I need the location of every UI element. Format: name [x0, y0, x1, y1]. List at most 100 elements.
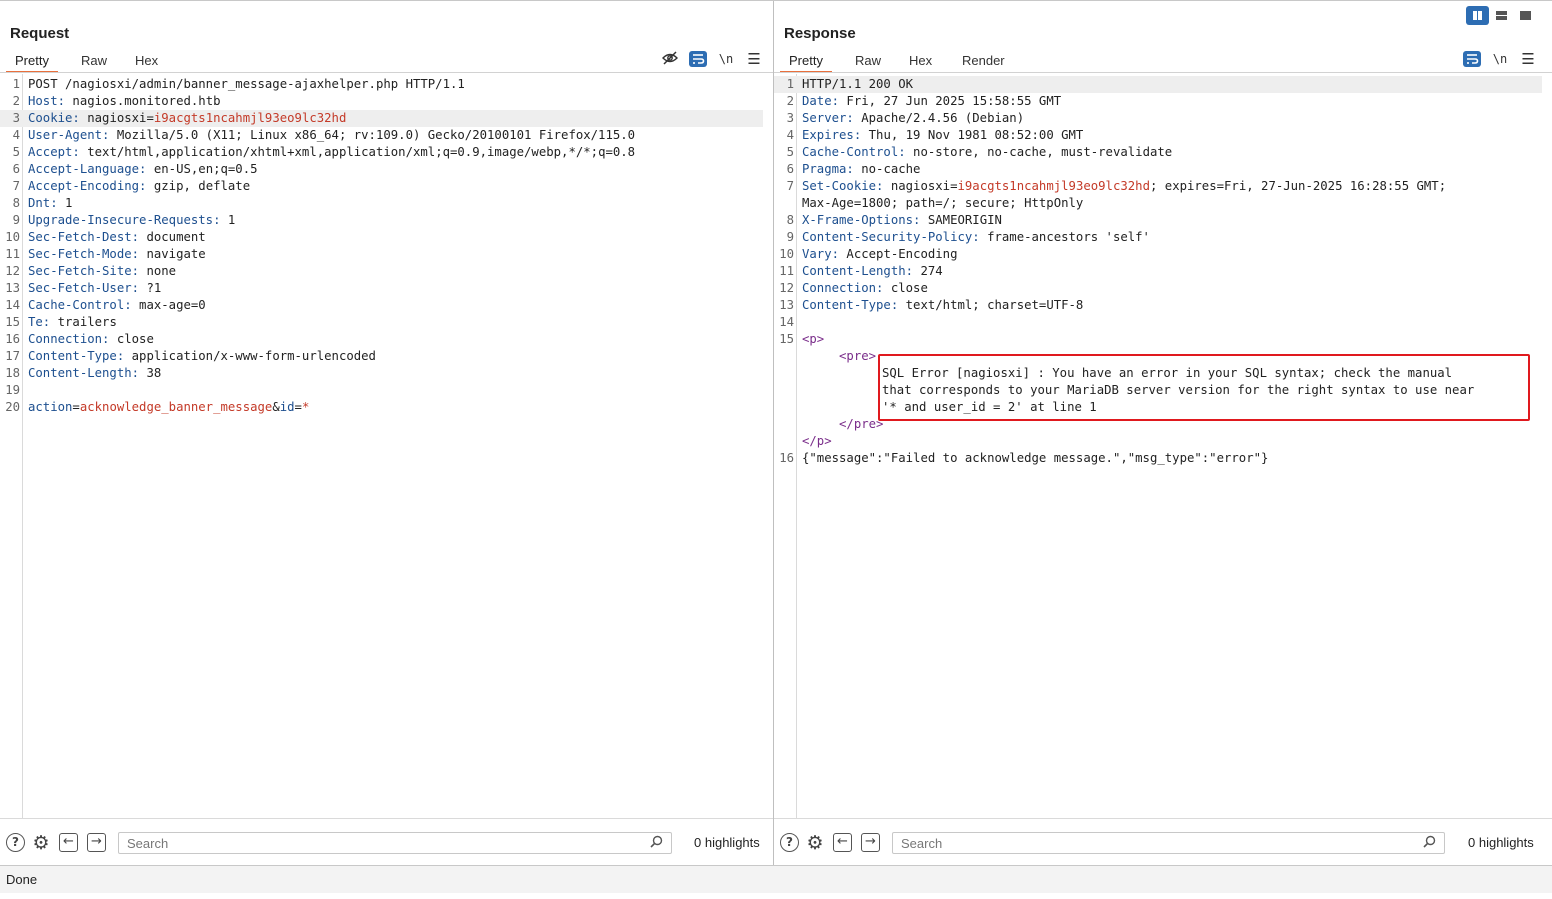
- param-sep: &: [272, 400, 280, 414]
- help-icon[interactable]: ?: [780, 833, 799, 852]
- line-text: Upgrade-Insecure-Requests: 1: [28, 212, 235, 229]
- header-value: nagiosxi=: [79, 111, 154, 125]
- status-bar: Done: [0, 865, 1552, 893]
- error-line: that corresponds to your MariaDB server …: [774, 382, 1542, 399]
- header-name: Content-Type:: [28, 349, 125, 363]
- request-search-box: [118, 832, 672, 854]
- response-tab-render[interactable]: Render: [953, 51, 1014, 71]
- back-arrow-icon[interactable]: ←: [59, 833, 78, 852]
- word-wrap-toggle-icon[interactable]: [689, 51, 707, 67]
- show-newlines-button[interactable]: \n: [717, 51, 735, 67]
- line-number: 15: [5, 315, 20, 329]
- line-number: 4: [12, 128, 20, 142]
- status-text: Done: [6, 872, 38, 887]
- line-number: 8: [12, 196, 20, 210]
- header-value: 1: [220, 213, 236, 227]
- show-newlines-button[interactable]: \n: [1491, 51, 1509, 67]
- sql-error-line: that corresponds to your MariaDB server …: [882, 383, 1475, 397]
- code-line: 20 action=acknowledge_banner_message&id=*: [0, 399, 763, 416]
- line-text: POST /nagiosxi/admin/banner_message-ajax…: [28, 76, 465, 93]
- search-icon[interactable]: [650, 835, 663, 852]
- header-name: Upgrade-Insecure-Requests:: [28, 213, 221, 227]
- header-name: Te:: [28, 315, 51, 329]
- line-number: 13: [5, 281, 20, 295]
- header-value: none: [139, 264, 177, 278]
- error-line: '* and user_id = 2' at line 1: [774, 399, 1542, 416]
- code-line: 8 Dnt: 1: [0, 195, 763, 212]
- response-tab-pretty[interactable]: Pretty: [780, 51, 832, 73]
- request-tab-hex[interactable]: Hex: [126, 51, 167, 71]
- line-number: 11: [5, 247, 20, 261]
- header-value: en-US,en;q=0.5: [146, 162, 258, 176]
- header-name: Sec-Fetch-Dest:: [28, 230, 140, 244]
- header-value: close: [109, 332, 154, 346]
- response-bottom-bar: ? ⚙ ← → 0 highlights: [774, 818, 1552, 865]
- response-tab-hex[interactable]: Hex: [900, 51, 941, 71]
- request-tab-raw[interactable]: Raw: [72, 51, 116, 71]
- request-pane: Request Pretty Raw Hex \n ☰ 1 POST /nagio…: [0, 1, 774, 865]
- request-editor[interactable]: 1 POST /nagiosxi/admin/banner_message-aja…: [0, 74, 773, 818]
- cookie-value: i9acgts1ncahmjl93eo9lc32hd: [153, 111, 347, 125]
- header-value: gzip, deflate: [146, 179, 251, 193]
- sql-error-line: '* and user_id = 2' at line 1: [882, 400, 1097, 414]
- request-tab-pretty[interactable]: Pretty: [6, 51, 58, 73]
- line-text: Host: nagios.monitored.htb: [28, 93, 221, 110]
- header-name: Host:: [28, 94, 66, 108]
- line-text: </p>: [802, 433, 832, 450]
- word-wrap-toggle-icon[interactable]: [1463, 51, 1481, 67]
- code-line: 16 {"message":"Failed to acknowledge mess…: [774, 450, 1542, 467]
- response-search-input[interactable]: [901, 835, 1381, 851]
- line-text: Accept: text/html,application/xhtml+xml,…: [28, 144, 635, 161]
- code-line: 7 Accept-Encoding: gzip, deflate: [0, 178, 763, 195]
- settings-gear-icon[interactable]: ⚙: [31, 833, 51, 853]
- response-title: Response: [784, 25, 856, 42]
- menu-icon[interactable]: ☰: [745, 51, 763, 67]
- json-response: {"message":"Failed to acknowledge messag…: [802, 451, 1269, 465]
- code-line: 18 Content-Length: 38: [0, 365, 763, 382]
- param-eq: =: [294, 400, 302, 414]
- code-line: 16 Connection: close: [0, 331, 763, 348]
- header-name: Cookie:: [28, 111, 80, 125]
- param-name: id: [279, 400, 295, 414]
- line-text: Accept-Encoding: gzip, deflate: [28, 178, 250, 195]
- sql-error-line: SQL Error [nagiosxi] : You have an error…: [882, 366, 1453, 380]
- forward-arrow-icon[interactable]: →: [861, 833, 880, 852]
- line-text: Sec-Fetch-Dest: document: [28, 229, 206, 246]
- forward-arrow-icon[interactable]: →: [87, 833, 106, 852]
- code-line: 9 Upgrade-Insecure-Requests: 1: [0, 212, 763, 229]
- back-arrow-icon[interactable]: ←: [833, 833, 852, 852]
- html-tag-pre-close: </pre>: [839, 417, 884, 431]
- code-line: 2 Host: nagios.monitored.htb: [0, 93, 763, 110]
- code-line: 4 User-Agent: Mozilla/5.0 (X11; Linux x86…: [0, 127, 763, 144]
- header-name: Accept:: [28, 145, 80, 159]
- line-number: 6: [12, 162, 20, 176]
- header-value: ?1: [139, 281, 162, 295]
- code-line: 12 Sec-Fetch-Site: none: [0, 263, 763, 280]
- settings-gear-icon[interactable]: ⚙: [805, 833, 825, 853]
- menu-icon[interactable]: ☰: [1519, 51, 1537, 67]
- header-value: nagios.monitored.htb: [65, 94, 221, 108]
- response-tab-raw[interactable]: Raw: [846, 51, 890, 71]
- request-title: Request: [10, 25, 70, 42]
- line-text: Sec-Fetch-Mode: navigate: [28, 246, 206, 263]
- response-editor[interactable]: 1 HTTP/1.1 200 OK 2 Date: Fri, 27 Jun 2025 …: [774, 74, 1552, 818]
- line-number: 18: [5, 366, 20, 380]
- header-value: Mozilla/5.0 (X11; Linux x86_64; rv:109.0…: [109, 128, 636, 142]
- line-number: 20: [5, 400, 20, 414]
- hide-non-printable-icon[interactable]: [661, 51, 679, 67]
- code-line: 6 Accept-Language: en-US,en;q=0.5: [0, 161, 763, 178]
- search-icon[interactable]: [1423, 835, 1436, 852]
- header-name: Cache-Control:: [28, 298, 132, 312]
- request-search-input[interactable]: [127, 835, 607, 851]
- help-icon[interactable]: ?: [6, 833, 25, 852]
- header-value: max-age=0: [131, 298, 206, 312]
